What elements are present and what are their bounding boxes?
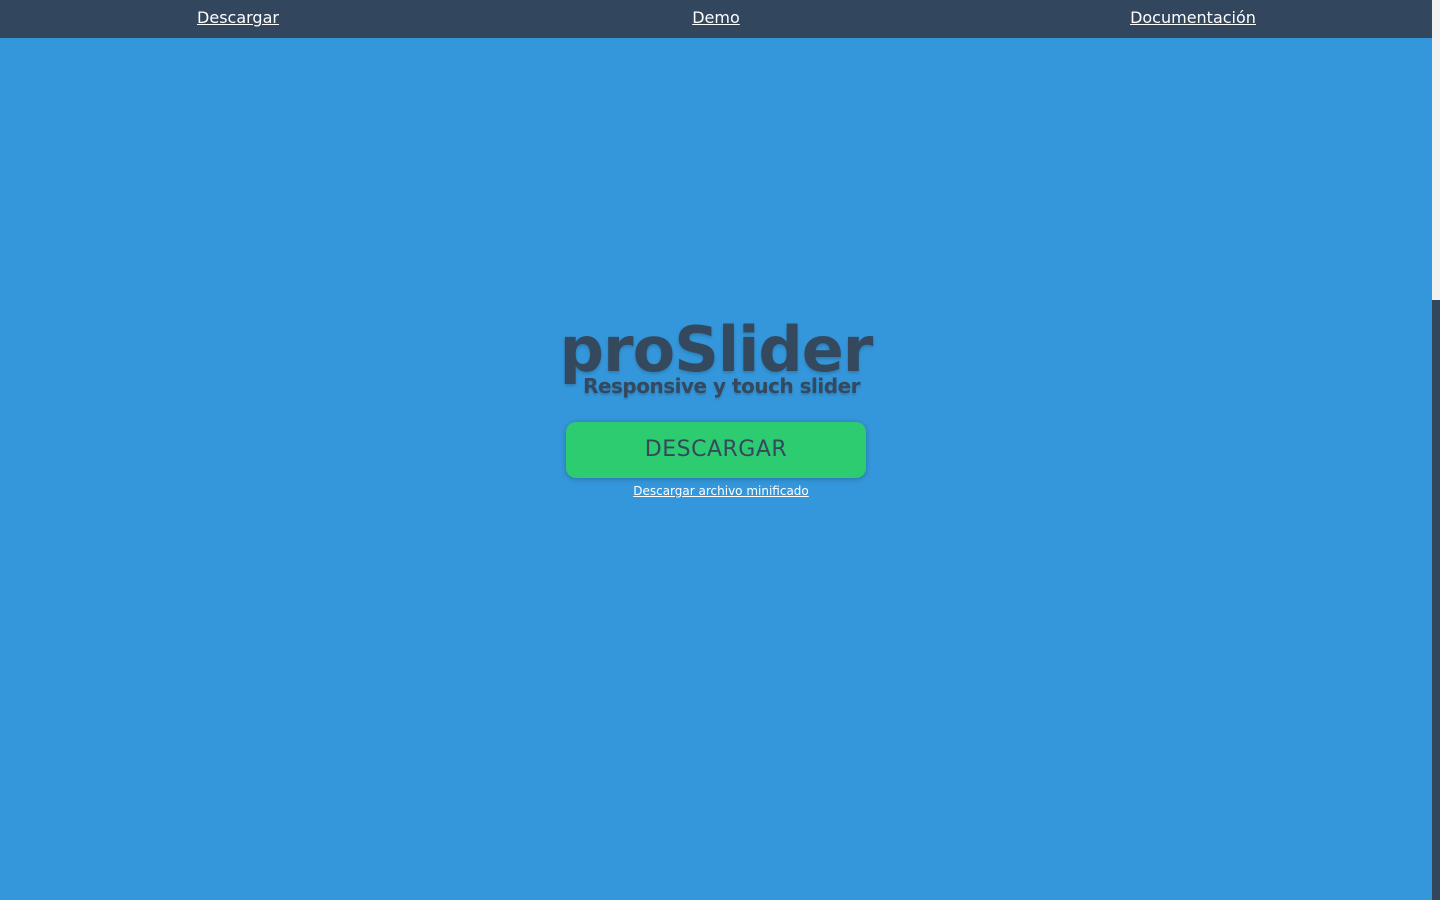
logo: proSlider Responsive y touch slider bbox=[560, 312, 874, 398]
download-minified-link[interactable]: Descargar archivo minificado bbox=[633, 484, 809, 499]
logo-subtitle: Responsive y touch slider bbox=[583, 374, 861, 398]
hero-section: proSlider Responsive y touch slider DESC… bbox=[0, 0, 1432, 900]
download-button[interactable]: DESCARGAR bbox=[566, 422, 866, 478]
scrollbar-thumb[interactable] bbox=[1432, 300, 1440, 900]
scrollbar-track[interactable] bbox=[1432, 0, 1440, 900]
